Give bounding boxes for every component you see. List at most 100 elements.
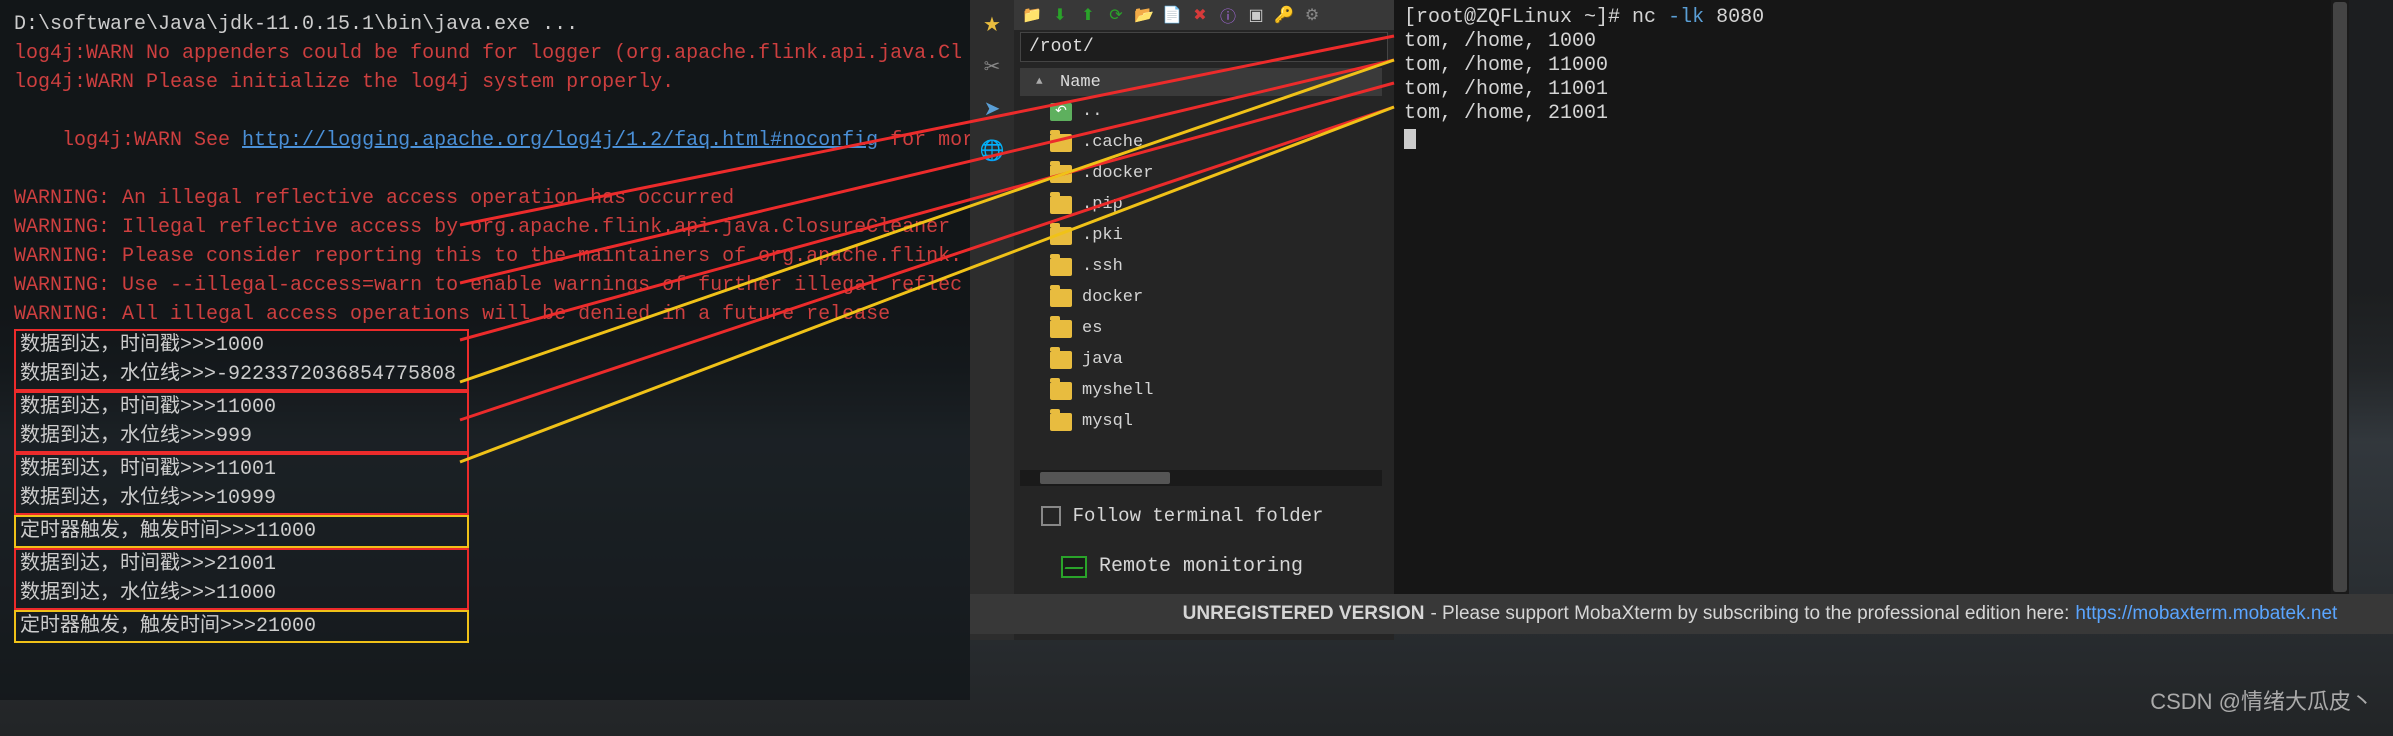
output-box: 数据到达，时间戳>>>21001数据到达，水位线>>>11000 xyxy=(14,548,469,610)
globe-icon[interactable]: 🌐 xyxy=(977,136,1007,166)
scissors-icon[interactable]: ✂ xyxy=(977,52,1007,82)
folder-row[interactable]: mysql xyxy=(1020,406,1382,437)
folder-row[interactable]: .pip xyxy=(1020,189,1382,220)
remote-label: Remote monitoring xyxy=(1099,555,1303,578)
unreg-bold: UNREGISTERED VERSION xyxy=(1183,603,1425,625)
file-name: es xyxy=(1082,319,1102,338)
refresh-icon[interactable]: ⟳ xyxy=(1102,3,1130,27)
folder-icon xyxy=(1050,351,1072,369)
prompt-line: [root@ZQFLinux ~]# nc -lk 8080 xyxy=(1404,6,2339,30)
folder-icon xyxy=(1050,413,1072,431)
file-name: .cache xyxy=(1082,133,1143,152)
output-line: 数据到达，时间戳>>>21001 xyxy=(20,550,463,579)
star-icon[interactable]: ★ xyxy=(977,10,1007,40)
folder-row[interactable]: myshell xyxy=(1020,375,1382,406)
folder-row[interactable]: .ssh xyxy=(1020,251,1382,282)
file-name: java xyxy=(1082,350,1123,369)
remote-monitoring[interactable]: Remote monitoring xyxy=(970,555,1394,578)
flag: -lk xyxy=(1668,6,1704,29)
log4j-warn: log4j:WARN No appenders could be found f… xyxy=(14,39,956,68)
prompt: [root@ZQFLinux ~]# xyxy=(1404,6,1632,29)
terminal-line: tom, /home, 1000 xyxy=(1404,30,2339,54)
file-name: .. xyxy=(1082,102,1102,121)
download-icon[interactable]: ⬇ xyxy=(1046,3,1074,27)
file-icon[interactable]: 📄 xyxy=(1158,3,1186,27)
jvm-warn: WARNING: Illegal reflective access by or… xyxy=(14,213,956,242)
output-line: 数据到达，水位线>>>11000 xyxy=(20,579,463,608)
folder-icon xyxy=(1050,165,1072,183)
hscroll-thumb[interactable] xyxy=(1040,472,1170,484)
folder-row[interactable]: .pki xyxy=(1020,220,1382,251)
up-icon: ↶ xyxy=(1050,103,1072,121)
output-box: 数据到达，时间戳>>>11000数据到达，水位线>>>999 xyxy=(14,391,469,453)
cursor-icon xyxy=(1404,129,1416,149)
output-box: 定时器触发，触发时间>>>21000 xyxy=(14,610,469,643)
panel-toolbar: 📁⬇⬆⟳📂📄✖ⓘ▣🔑⚙ xyxy=(1014,0,1394,30)
output-line: 数据到达，时间戳>>>11000 xyxy=(20,393,463,422)
output-box: 定时器触发，触发时间>>>11000 xyxy=(14,515,469,548)
output-line: 数据到达，水位线>>>10999 xyxy=(20,484,463,513)
path-input[interactable] xyxy=(1020,32,1388,62)
folder-row[interactable]: .docker xyxy=(1020,158,1382,189)
file-name: .ssh xyxy=(1082,257,1123,276)
send-icon[interactable]: ➤ xyxy=(977,94,1007,124)
faq-link[interactable]: http://logging.apache.org/log4j/1.2/faq.… xyxy=(242,129,878,152)
port: 8080 xyxy=(1704,6,1764,29)
file-list[interactable]: ↶ .. .cache .docker .pip .pki .ssh docker es ja… xyxy=(1020,96,1382,466)
jvm-warn: WARNING: All illegal access operations w… xyxy=(14,300,956,329)
terminal-line: tom, /home, 21001 xyxy=(1404,102,2339,126)
folder-icon xyxy=(1050,134,1072,152)
vscroll[interactable] xyxy=(2331,0,2349,594)
left-terminal[interactable]: D:\software\Java\jdk-11.0.15.1\bin\java.… xyxy=(0,0,970,700)
java-cmd: D:\software\Java\jdk-11.0.15.1\bin\java.… xyxy=(14,10,956,39)
log4j-warn: log4j:WARN Please initialize the log4j s… xyxy=(14,68,956,97)
folder-icon xyxy=(1050,382,1072,400)
jvm-warn: WARNING: Use --illegal-access=warn to en… xyxy=(14,271,956,300)
text: log4j:WARN See xyxy=(62,129,242,152)
file-name: .pip xyxy=(1082,195,1123,214)
output-line: 数据到达，时间戳>>>11001 xyxy=(20,455,463,484)
unregistered-banner: UNREGISTERED VERSION - Please support Mo… xyxy=(970,594,2393,634)
folder-icon xyxy=(1050,258,1072,276)
output-line: 数据到达，水位线>>>-9223372036854775808 xyxy=(20,360,463,389)
follow-terminal[interactable]: Follow terminal folder xyxy=(970,505,1394,527)
file-name: myshell xyxy=(1082,381,1153,400)
folder-icon[interactable]: 📁 xyxy=(1018,3,1046,27)
settings-icon[interactable]: ⚙ xyxy=(1298,3,1326,27)
terminal-icon[interactable]: ▣ xyxy=(1242,3,1270,27)
watermark: CSDN @情绪大瓜皮丶 xyxy=(2150,684,2373,716)
follow-label: Follow terminal folder xyxy=(1073,505,1324,527)
moba-link[interactable]: https://mobaxterm.mobatek.net xyxy=(2075,603,2337,625)
delete-icon[interactable]: ✖ xyxy=(1186,3,1214,27)
panel-sidebar: ★ ✂ ➤ 🌐 xyxy=(970,0,1014,640)
output-box: 数据到达，时间戳>>>11001数据到达，水位线>>>10999 xyxy=(14,453,469,515)
folder-row[interactable]: es xyxy=(1020,313,1382,344)
folder-icon xyxy=(1050,289,1072,307)
props-icon[interactable]: ⓘ xyxy=(1214,3,1242,27)
cursor-line xyxy=(1404,126,2339,150)
file-name: docker xyxy=(1082,288,1143,307)
right-terminal[interactable]: [root@ZQFLinux ~]# nc -lk 8080 tom, /hom… xyxy=(1394,0,2349,594)
key-icon[interactable]: 🔑 xyxy=(1270,3,1298,27)
folder-row[interactable]: .cache xyxy=(1020,127,1382,158)
folder-row[interactable]: java xyxy=(1020,344,1382,375)
output-box: 数据到达，时间戳>>>1000数据到达，水位线>>>-9223372036854… xyxy=(14,329,469,391)
folder-icon xyxy=(1050,227,1072,245)
newfolder-icon[interactable]: 📂 xyxy=(1130,3,1158,27)
hscroll[interactable] xyxy=(1020,470,1382,486)
folder-icon xyxy=(1050,320,1072,338)
moba-file-panel: ★ ✂ ➤ 🌐 📁⬇⬆⟳📂📄✖ⓘ▣🔑⚙ Name ↶ .. .cache .docker… xyxy=(970,0,1394,640)
upload-icon[interactable]: ⬆ xyxy=(1074,3,1102,27)
jvm-warn: WARNING: An illegal reflective access op… xyxy=(14,184,956,213)
checkbox-icon[interactable] xyxy=(1041,506,1061,526)
jvm-warn: WARNING: Please consider reporting this … xyxy=(14,242,956,271)
cmd: nc xyxy=(1632,6,1668,29)
column-header-name[interactable]: Name xyxy=(1020,68,1382,96)
file-name: mysql xyxy=(1082,412,1133,431)
output-line: 数据到达，水位线>>>999 xyxy=(20,422,463,451)
vscroll-thumb[interactable] xyxy=(2333,2,2347,592)
output-line: 定时器触发，触发时间>>>11000 xyxy=(20,517,463,546)
file-name: .pki xyxy=(1082,226,1123,245)
folder-row[interactable]: docker xyxy=(1020,282,1382,313)
up-row[interactable]: ↶ .. xyxy=(1020,96,1382,127)
